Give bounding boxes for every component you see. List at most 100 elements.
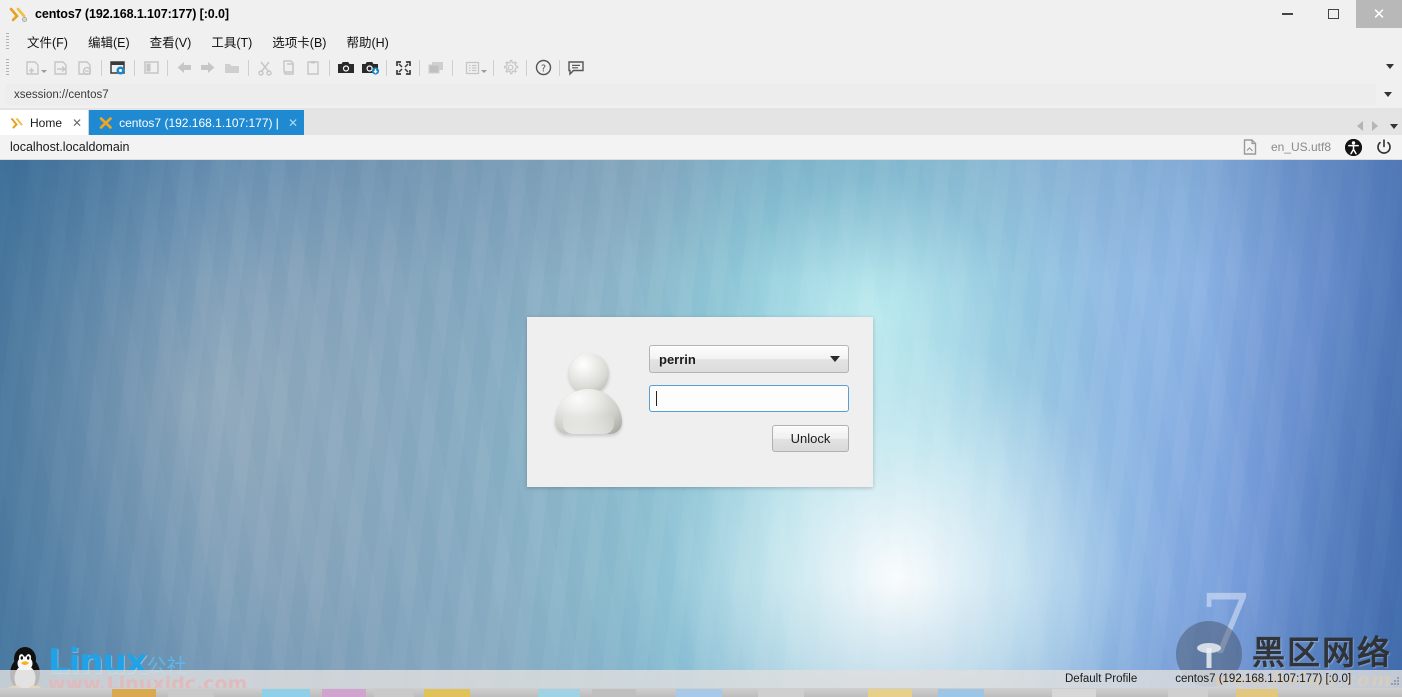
screenshot-button[interactable] xyxy=(334,57,358,79)
document-icon[interactable] xyxy=(1243,139,1257,155)
taskbar-item[interactable] xyxy=(1168,689,1208,697)
fullscreen-button[interactable] xyxy=(391,57,415,79)
minimize-button[interactable] xyxy=(1264,0,1310,28)
address-bar: xsession://centos7 xyxy=(0,81,1402,108)
menu-view[interactable]: 查看(V) xyxy=(140,29,202,54)
taskbar-item[interactable] xyxy=(1052,689,1096,697)
address-input[interactable]: xsession://centos7 xyxy=(6,84,1376,105)
address-value: xsession://centos7 xyxy=(14,88,109,101)
toolbar-separator xyxy=(452,59,453,76)
menu-bar: 文件(F) 编辑(E) 查看(V) 工具(T) 选项卡(B) 帮助(H) xyxy=(0,28,1402,54)
unlock-button-row: Unlock xyxy=(649,425,849,452)
taskbar-item[interactable] xyxy=(424,689,470,697)
toolbar-overflow-icon[interactable] xyxy=(1386,64,1394,69)
username-select[interactable]: perrin xyxy=(649,345,849,373)
menu-file[interactable]: 文件(F) xyxy=(17,29,78,54)
tab-centos7[interactable]: centos7 (192.168.1.107:177) [:0.... ✕ xyxy=(89,110,305,135)
open-session-button[interactable] xyxy=(49,57,73,79)
tab-label: Home xyxy=(30,115,63,130)
back-button[interactable] xyxy=(172,57,196,79)
remote-taskbar[interactable] xyxy=(0,688,1402,697)
toolbar-separator xyxy=(329,59,330,76)
parent-folder-button[interactable] xyxy=(220,57,244,79)
address-dropdown-icon[interactable] xyxy=(1384,92,1392,97)
chevron-down-icon xyxy=(41,69,47,73)
menubar-grip[interactable] xyxy=(6,32,9,50)
window-controls: ✕ xyxy=(1264,0,1402,28)
close-button[interactable]: ✕ xyxy=(1356,0,1402,28)
taskbar-item[interactable] xyxy=(322,689,366,697)
unlock-button[interactable]: Unlock xyxy=(772,425,849,452)
power-icon[interactable] xyxy=(1376,139,1392,155)
svg-text:?: ? xyxy=(540,63,545,74)
view-mode-button[interactable] xyxy=(457,57,489,79)
window-title: centos7 (192.168.1.107:177) [:0.0] xyxy=(35,6,229,21)
new-session-button[interactable] xyxy=(17,57,49,79)
tab-home[interactable]: Home ✕ xyxy=(0,110,90,135)
title-bar: centos7 (192.168.1.107:177) [:0.0] ✕ xyxy=(0,0,1402,28)
session-properties-button[interactable] xyxy=(106,57,130,79)
connection-label: centos7 (192.168.1.107:177) [:0.0] xyxy=(1175,673,1352,685)
window-list-button[interactable] xyxy=(424,57,448,79)
chevron-down-icon[interactable] xyxy=(1390,123,1398,129)
taskbar-item[interactable] xyxy=(676,689,722,697)
toolbar-separator xyxy=(101,59,102,76)
forward-button[interactable] xyxy=(196,57,220,79)
session-header: localhost.localdomain en_US.utf8 xyxy=(0,135,1402,160)
chevron-down-icon xyxy=(830,356,840,362)
close-icon[interactable]: ✕ xyxy=(288,116,298,130)
unlock-fields: perrin Unlock xyxy=(649,345,849,452)
taskbar-item[interactable] xyxy=(1236,689,1278,697)
toolbar-separator xyxy=(386,59,387,76)
tab-bar: Home ✕ centos7 (192.168.1.107:177) [:0..… xyxy=(0,108,1402,135)
taskbar-item[interactable] xyxy=(758,689,804,697)
taskbar-item[interactable] xyxy=(168,689,214,697)
maximize-button[interactable] xyxy=(1310,0,1356,28)
accessibility-icon[interactable] xyxy=(1345,138,1362,156)
tab-navigation xyxy=(1357,121,1398,131)
toolbar-separator xyxy=(419,59,420,76)
cut-button[interactable] xyxy=(253,57,277,79)
xmanager-window: centos7 (192.168.1.107:177) [:0.0] ✕ 文件(… xyxy=(0,0,1402,697)
xmanager-icon xyxy=(8,4,28,24)
menu-tools[interactable]: 工具(T) xyxy=(201,29,262,54)
taskbar-item[interactable] xyxy=(538,689,580,697)
status-bar: Default Profile centos7 (192.168.1.107:1… xyxy=(0,670,1402,688)
arrow-left-icon[interactable] xyxy=(1357,121,1363,131)
screenshot-save-button[interactable] xyxy=(358,57,382,79)
menu-tabs[interactable]: 选项卡(B) xyxy=(262,29,336,54)
taskbar-item[interactable] xyxy=(938,689,984,697)
toolbar-grip[interactable] xyxy=(6,59,9,76)
taskbar-item[interactable] xyxy=(868,689,912,697)
taskbar-item[interactable] xyxy=(112,689,156,697)
toolbar-separator xyxy=(493,59,494,76)
x-session-icon xyxy=(99,116,113,130)
menu-help[interactable]: 帮助(H) xyxy=(336,29,398,54)
arrow-right-icon[interactable] xyxy=(1372,121,1378,131)
password-input[interactable] xyxy=(649,385,849,412)
menu-edit[interactable]: 编辑(E) xyxy=(78,29,140,54)
settings-button[interactable] xyxy=(498,57,522,79)
unlock-dialog: perrin Unlock xyxy=(527,317,873,487)
copy-button[interactable] xyxy=(277,57,301,79)
avatar-head xyxy=(569,353,609,394)
help-button[interactable]: ? xyxy=(531,57,555,79)
toggle-sidebar-button[interactable] xyxy=(139,57,163,79)
toolbar-separator xyxy=(526,59,527,76)
tab-label: centos7 (192.168.1.107:177) [:0.... xyxy=(119,115,278,130)
toolbar: ? xyxy=(0,54,1402,81)
taskbar-item[interactable] xyxy=(262,689,310,697)
remote-desktop[interactable]: 7 perrin Unlock Linux公社 黑区网络 Default Pro… xyxy=(0,160,1402,697)
close-icon[interactable]: ✕ xyxy=(72,116,82,130)
toolbar-separator xyxy=(167,59,168,76)
resize-grip[interactable] xyxy=(1390,677,1399,686)
user-avatar-icon xyxy=(555,353,622,434)
close-session-button[interactable] xyxy=(73,57,97,79)
toolbar-separator xyxy=(559,59,560,76)
toolbar-separator xyxy=(134,59,135,76)
username-value: perrin xyxy=(659,351,696,367)
paste-button[interactable] xyxy=(301,57,325,79)
feedback-button[interactable] xyxy=(564,57,588,79)
taskbar-item[interactable] xyxy=(374,689,414,697)
taskbar-item[interactable] xyxy=(592,689,636,697)
